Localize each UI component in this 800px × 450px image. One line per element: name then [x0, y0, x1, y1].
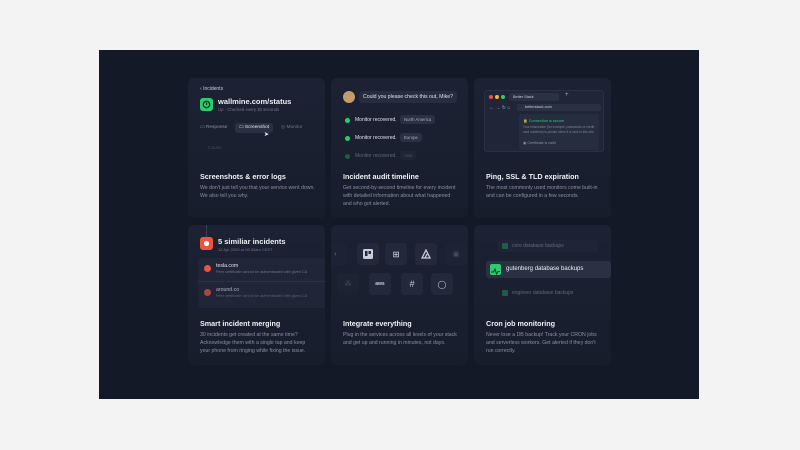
site-status: Up · Checked every 30 seconds	[218, 107, 280, 112]
card-screenshots: ‹ Incidents wallmine.com/status Up · Che…	[188, 78, 325, 218]
card-title: Cron job monitoring	[486, 319, 556, 328]
region-badge: Asia	[400, 151, 417, 160]
incident-name[interactable]: around.co	[216, 287, 239, 293]
timeline-event: Monitor recovered.	[355, 153, 397, 159]
incident-name[interactable]: tesla.com	[216, 263, 238, 269]
card-description: 30 incidents get created at the same tim…	[200, 332, 306, 355]
faded-cause-label: Cause	[208, 146, 222, 151]
integration-icon[interactable]: ▣	[445, 243, 467, 265]
incident-dot	[204, 289, 211, 296]
card-ping: Better Stack + ← → ↻ ⌂ betterstack.com 🔒…	[474, 78, 611, 218]
pulse-icon	[490, 264, 501, 276]
card-integrate: ◐ ⊞ ▣ ⁂ aws # ◯ Integrate everything Plu…	[331, 225, 468, 365]
recovered-dot	[345, 136, 350, 141]
divider	[198, 281, 325, 282]
cron-job-name: engineer database backups	[512, 290, 574, 296]
security-popup: 🔒 Connection is secure Your information …	[519, 114, 599, 150]
card-description: The most commonly used monitors come bui…	[486, 185, 598, 200]
status-up-icon	[200, 98, 213, 111]
card-timeline: Could you please check this out, Mike? M…	[331, 78, 468, 218]
nav-arrows-icon[interactable]: ← → ↻ ⌂	[489, 105, 510, 111]
cron-job-row-active[interactable]: gutenberg database backups	[486, 261, 611, 278]
card-description: We don't just tell you that your service…	[200, 185, 315, 200]
region-badge: North America	[400, 115, 436, 124]
maximize-icon[interactable]	[501, 95, 505, 99]
merge-date: 12 Apr 2020 at 08:34am CEST	[218, 247, 273, 252]
browser-window: Better Stack + ← → ↻ ⌂ betterstack.com 🔒…	[484, 90, 604, 152]
slack-icon[interactable]: #	[401, 273, 423, 295]
breadcrumb[interactable]: ‹ Incidents	[200, 86, 223, 92]
recovered-dot	[345, 118, 350, 123]
cron-status-icon	[502, 243, 508, 249]
connector-line	[206, 225, 207, 237]
card-title: Ping, SSL & TLD expiration	[486, 172, 579, 181]
site-name: wallmine.com/status	[218, 97, 292, 106]
features-frame: ‹ Incidents wallmine.com/status Up · Che…	[99, 50, 699, 399]
incident-detail: Peer certificate cannot be authenticated…	[216, 270, 308, 274]
new-tab-icon[interactable]: +	[565, 92, 569, 98]
integration-icon[interactable]: ⁂	[337, 273, 359, 295]
integration-icon[interactable]: ◐	[331, 243, 347, 265]
card-cron: core database backups gutenberg database…	[474, 225, 611, 365]
incident-icon	[200, 237, 213, 250]
recovered-dot	[345, 154, 350, 159]
cron-job-row[interactable]: core database backups	[498, 240, 598, 252]
cron-status-icon	[502, 290, 508, 296]
incident-dot	[204, 265, 211, 272]
minimize-icon[interactable]	[495, 95, 499, 99]
card-title: Incident audit timeline	[343, 172, 419, 181]
card-title: Screenshots & error logs	[200, 172, 286, 181]
card-title: Smart incident merging	[200, 319, 281, 328]
card-title: Integrate everything	[343, 319, 412, 328]
lock-icon: 🔒 Connection is secure	[523, 119, 565, 123]
incident-list: tesla.com Peer certificate cannot be aut…	[198, 258, 325, 308]
aws-icon[interactable]: aws	[369, 273, 391, 295]
azure-icon[interactable]	[415, 243, 437, 265]
tab-monitor[interactable]: ◎ Monitor	[281, 125, 303, 130]
browser-tab[interactable]: Better Stack	[509, 93, 559, 101]
cron-job-name: core database backups	[512, 243, 564, 249]
incident-detail: Peer certificate cannot be authenticated…	[216, 294, 308, 298]
url-bar[interactable]: betterstack.com	[517, 104, 601, 111]
integration-icon[interactable]: ◯	[431, 273, 453, 295]
card-description: Plug in the services across all levels o…	[343, 332, 457, 347]
card-merging: 5 similiar incidents 12 Apr 2020 at 08:3…	[188, 225, 325, 365]
cron-job-name: gutenberg database backups	[506, 266, 584, 272]
chat-message: Could you please check this out, Mike?	[359, 91, 457, 103]
trello-icon[interactable]	[357, 243, 379, 265]
certificate-icon[interactable]: ▣ Certificate is valid	[523, 141, 556, 145]
cron-job-row[interactable]: engineer database backups	[498, 287, 598, 299]
timeline-event: Monitor recovered.	[355, 135, 397, 141]
region-badge: Europe	[400, 133, 422, 142]
card-description: Get second-by-second timeline for every …	[343, 185, 456, 208]
tab-response[interactable]: ▭ Response	[200, 125, 227, 130]
timeline-event: Monitor recovered.	[355, 117, 397, 123]
avatar	[343, 91, 355, 103]
merge-header: 5 similiar incidents	[218, 237, 286, 246]
card-description: Never lose a DB backup! Track your CRON …	[486, 332, 597, 355]
office-icon[interactable]: ⊞	[385, 243, 407, 265]
secure-text: Your information (for example, passwords…	[523, 125, 595, 134]
cursor-icon: ➤	[264, 132, 270, 138]
close-icon[interactable]	[489, 95, 493, 99]
